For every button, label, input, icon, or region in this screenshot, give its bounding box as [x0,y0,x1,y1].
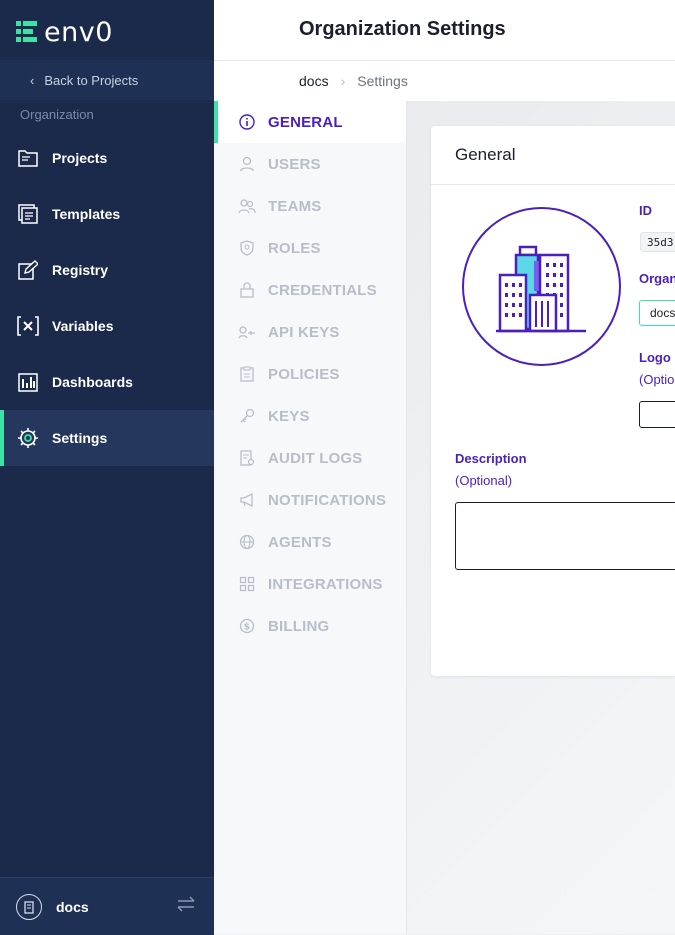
tab-label: AGENTS [268,533,332,551]
tab-billing[interactable]: $ BILLING [214,605,406,647]
template-icon [17,203,39,225]
org-name: docs [56,898,89,915]
logo-optional-label: (Optio [639,372,675,387]
card-title: General [455,145,516,164]
tab-keys[interactable]: KEYS [214,395,406,437]
sidebar-item-label: Projects [52,150,108,166]
dollar-icon: $ [238,617,256,635]
tab-credentials[interactable]: CREDENTIALS [214,269,406,311]
tab-label: USERS [268,155,321,173]
breadcrumb-org-link[interactable]: docs [299,73,329,89]
sidebar-item-label: Settings [52,430,108,446]
back-label: Back to Projects [44,72,139,88]
tab-notifications[interactable]: NOTIFICATIONS [214,479,406,521]
sidebar: env0 ‹ Back to Projects Organization Pro… [0,0,214,935]
breadcrumb-current: Settings [357,73,408,89]
settings-nav: GENERAL USERS TEAMS ROLES CREDENTIALS AP… [214,101,407,934]
sidebar-item-label: Dashboards [52,374,133,390]
chevron-right-icon: › [340,73,346,89]
tab-users[interactable]: USERS [214,143,406,185]
logo-url-label: Logo [639,350,671,365]
info-icon [238,113,256,131]
back-to-projects-link[interactable]: ‹ Back to Projects [0,60,214,100]
page-title: Organization Settings [299,18,506,40]
tab-roles[interactable]: ROLES [214,227,406,269]
dashboard-icon [17,371,39,393]
globe-icon [238,533,256,551]
sidebar-item-variables[interactable]: Variables [0,298,214,354]
org-switcher[interactable]: docs [0,877,214,935]
chevron-left-icon: ‹ [30,72,35,88]
logo-url-input[interactable] [639,401,675,428]
breadcrumb: docs › Settings [214,61,675,102]
page-header: Organization Settings [214,0,675,61]
lock-icon [238,281,256,299]
user-icon [238,155,256,173]
sidebar-item-registry[interactable]: Registry [0,242,214,298]
tab-label: NOTIFICATIONS [268,491,387,509]
sidebar-nav: Projects Templates Registry Variables Da… [0,130,214,466]
tab-integrations[interactable]: INTEGRATIONS [214,563,406,605]
tab-teams[interactable]: TEAMS [214,185,406,227]
sidebar-item-label: Variables [52,318,114,334]
general-settings-card: General ID 35d3 Organ docs Logo (Optio D… [431,126,675,676]
tab-label: ROLES [268,239,321,257]
tab-general[interactable]: GENERAL [214,101,406,143]
sidebar-item-label: Registry [52,262,109,278]
sidebar-item-label: Templates [52,206,121,222]
megaphone-icon [238,491,256,509]
building-icon [495,245,586,332]
logo-text: env0 [44,16,113,48]
tab-label: GENERAL [268,113,343,131]
switch-org-icon[interactable] [176,896,196,917]
org-avatar-icon [16,893,42,920]
sidebar-item-templates[interactable]: Templates [0,186,214,242]
audit-log-icon [238,449,256,467]
gear-icon [17,427,39,449]
tab-label: KEYS [268,407,310,425]
org-name-input[interactable] [639,300,675,326]
tab-label: TEAMS [268,197,322,215]
key-icon [238,407,256,425]
org-name-label: Organ [639,271,675,286]
folder-icon [17,147,39,169]
sidebar-item-projects[interactable]: Projects [0,130,214,186]
api-key-icon [238,323,256,341]
tab-label: AUDIT LOGS [268,449,363,467]
env0-logo[interactable]: env0 [16,16,113,48]
tab-api-keys[interactable]: API KEYS [214,311,406,353]
tab-label: INTEGRATIONS [268,575,383,593]
tab-audit-logs[interactable]: AUDIT LOGS [214,437,406,479]
clipboard-icon [238,365,256,383]
description-input[interactable] [455,502,675,570]
card-header: General [431,126,675,185]
edit-icon [17,259,39,281]
tab-label: POLICIES [268,365,340,383]
org-id-value: 35d3 [640,232,675,252]
team-icon [238,197,256,215]
shield-icon [238,239,256,257]
tab-label: BILLING [268,617,330,635]
tab-label: API KEYS [268,323,340,341]
description-label: Description [455,451,527,466]
sidebar-item-dashboards[interactable]: Dashboards [0,354,214,410]
org-logo-upload[interactable] [462,207,621,366]
id-label: ID [639,203,652,218]
tab-label: CREDENTIALS [268,281,377,299]
tab-policies[interactable]: POLICIES [214,353,406,395]
tab-agents[interactable]: AGENTS [214,521,406,563]
variables-icon [17,315,39,337]
env0-logo-icon [16,21,37,42]
grid-icon [238,575,256,593]
svg-text:$: $ [244,623,250,633]
section-label: Organization [20,107,94,122]
sidebar-item-settings[interactable]: Settings [0,410,214,466]
description-optional-label: (Optional) [455,473,513,488]
